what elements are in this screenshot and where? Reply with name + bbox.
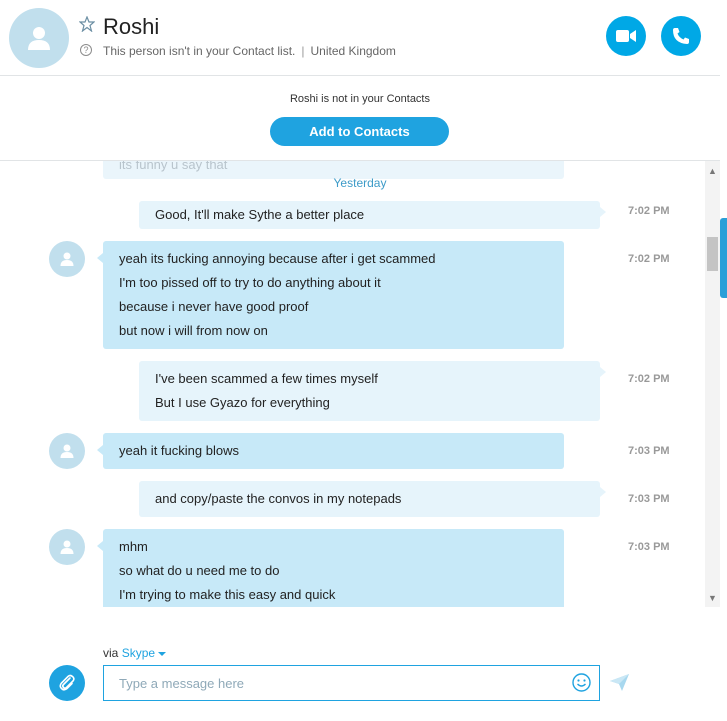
sender-avatar[interactable] [49, 529, 85, 565]
emoji-icon[interactable] [572, 673, 591, 692]
outgoing-message[interactable]: I've been scammed a few times myself But… [139, 361, 606, 421]
attach-file-button[interactable] [49, 665, 85, 701]
skype-chat-window: Roshi ? This person isn't in your Contac… [0, 0, 727, 721]
side-panel-tab[interactable] [720, 218, 727, 298]
incoming-message[interactable]: yeah it fucking blows [97, 433, 564, 469]
separator: | [301, 44, 305, 58]
message-time: 7:02 PM [628, 373, 670, 385]
message-time: 7:03 PM [628, 493, 670, 505]
message-line: I'm trying to make this easy and quick [119, 587, 336, 602]
message-line: yeah it fucking blows [119, 443, 239, 458]
audio-call-button[interactable] [661, 16, 701, 56]
star-icon[interactable] [79, 16, 95, 32]
message-time: 7:02 PM [628, 205, 670, 217]
incoming-message[interactable]: mhm so what do u need me to do I'm tryin… [97, 529, 564, 607]
day-separator: Yesterday [333, 176, 387, 190]
message-line: mhm [119, 539, 148, 554]
message-line: yeah its fucking annoying because after … [119, 251, 436, 266]
message-line: I'm too pissed off to try to do anything… [119, 275, 381, 290]
scroll-thumb[interactable] [707, 237, 718, 271]
outgoing-message[interactable]: Good, It'll make Sythe a better place [139, 201, 606, 229]
chevron-down-icon[interactable] [158, 651, 167, 657]
contact-status: This person isn't in your Contact list. |… [103, 44, 396, 58]
notice-text: Roshi is not in your Contacts [289, 93, 430, 105]
message-line: But I use Gyazo for everything [155, 395, 330, 410]
message-line: and copy/paste the convos in my notepads [155, 491, 402, 506]
scroll-down-arrow[interactable]: ▼ [705, 591, 720, 606]
sender-avatar[interactable] [49, 433, 85, 469]
video-call-button[interactable] [606, 16, 646, 56]
contact-avatar[interactable] [9, 8, 69, 68]
message-line: because i never have good proof [119, 299, 309, 314]
message-input[interactable] [103, 665, 600, 701]
message-time: 7:03 PM [628, 541, 670, 553]
status-text: This person isn't in your Contact list. [103, 44, 296, 58]
via-service-selector[interactable]: via Skype [103, 646, 167, 660]
send-icon[interactable] [610, 674, 629, 691]
location-text: United Kingdom [310, 44, 396, 58]
person-icon [60, 444, 74, 458]
sender-avatar[interactable] [49, 241, 85, 277]
message-line: so what do u need me to do [119, 563, 280, 578]
person-icon [60, 252, 74, 266]
paperclip-icon [59, 674, 75, 691]
message-line: Good, It'll make Sythe a better place [155, 207, 365, 222]
message-scrollbar[interactable]: ▲ ▼ [705, 161, 720, 607]
person-icon [60, 540, 74, 554]
conversation-header: Roshi ? This person isn't in your Contac… [0, 0, 720, 76]
add-to-contacts-button[interactable]: Add to Contacts [270, 117, 449, 146]
help-icon[interactable]: ? [80, 44, 92, 56]
phone-icon [673, 28, 689, 44]
not-in-contacts-notice: Roshi is not in your Contacts Add to Con… [0, 77, 720, 161]
video-call-icon [616, 30, 636, 42]
outgoing-message[interactable]: and copy/paste the convos in my notepads [139, 481, 606, 517]
message-time: 7:02 PM [628, 253, 670, 265]
person-icon [28, 27, 50, 50]
via-label: via [103, 646, 119, 660]
message-list[interactable]: its funny u say that Yesterday Good, It'… [0, 161, 705, 607]
service-name[interactable]: Skype [122, 646, 155, 660]
message-line: but now i will from now on [119, 323, 268, 338]
message-time: 7:03 PM [628, 445, 670, 457]
incoming-message[interactable]: yeah its fucking annoying because after … [97, 241, 564, 349]
contact-name[interactable]: Roshi [103, 14, 159, 40]
message-line: I've been scammed a few times myself [155, 371, 378, 386]
scroll-up-arrow[interactable]: ▲ [705, 164, 720, 179]
